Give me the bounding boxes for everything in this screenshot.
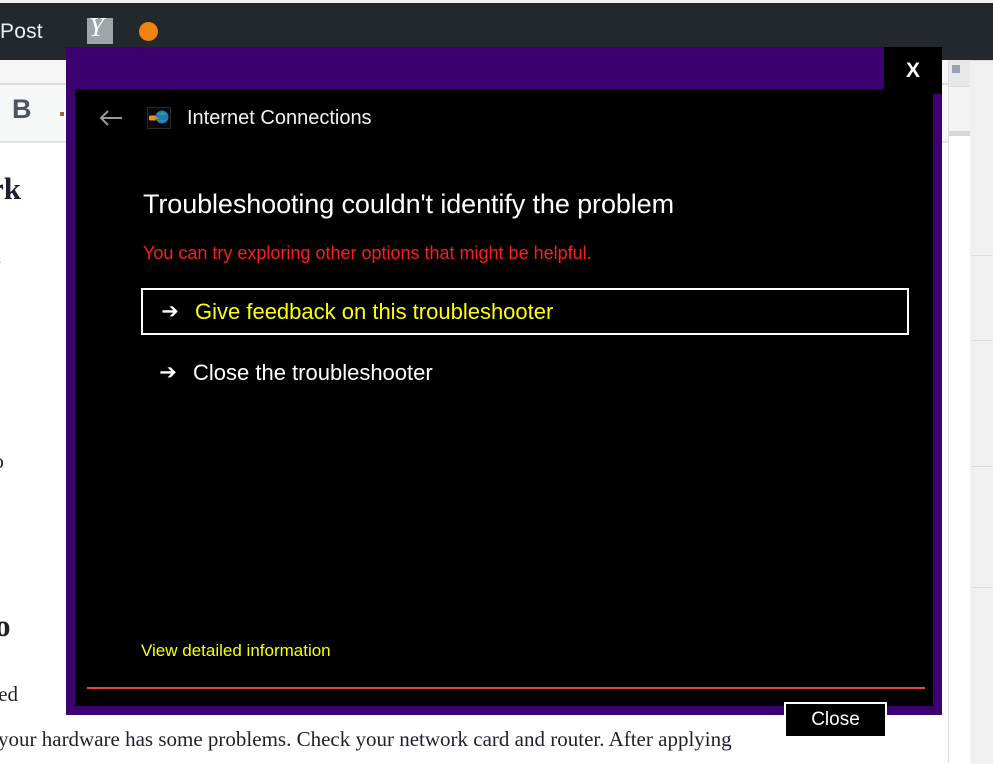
dialog-app-title: Internet Connections [187,106,372,129]
dialog-footer: Close [75,689,933,757]
right-panel-white-column [949,136,970,763]
right-panel-tab-icon [952,65,960,73]
close-button[interactable]: Close [784,702,887,738]
article-paragraph-1: with thso telltroub [0,238,1,346]
article-paragraph-2: dowsroublesning troning In [0,371,4,515]
right-panel-card-3 [971,340,993,466]
dialog-subtext: You can try exploring other options that… [143,243,592,263]
yoast-icon-letter: Y [88,11,104,42]
dialog-header: Internet Connections [75,89,933,147]
admin-bar-post-label[interactable]: Post [0,20,43,44]
arrow-right-icon: ➔ [159,361,177,384]
toolbar-separator-dot [60,112,64,116]
internet-connections-icon [147,107,171,129]
article-p1-line1: with th [0,244,1,268]
option-close-troubleshooter-label: Close the troubleshooter [193,359,433,385]
editor-right-panel [948,60,993,764]
option-give-feedback-label: Give feedback on this troubleshooter [195,298,554,324]
dialog-body: Internet Connections Troubleshooting cou… [75,89,933,738]
right-panel-card-2 [971,255,993,340]
troubleshooter-dialog: X Internet Connections Troubleshooting c… [66,47,942,738]
article-paragraph-3: e tried [0,682,19,706]
article-heading-1: vork [0,171,21,206]
article-heading-2: g Yo [0,608,11,643]
dialog-title-bar: X [66,47,942,94]
bold-button[interactable]: B [12,94,32,125]
close-window-button[interactable]: X [884,47,942,94]
notification-dot-icon[interactable] [138,22,158,41]
right-panel-card-1 [971,60,993,255]
options-spacer [75,335,933,349]
right-panel-card-4 [971,466,993,587]
article-p2-line3: ning tro [0,449,4,473]
back-arrow-icon[interactable] [97,104,125,132]
yoast-seo-icon[interactable]: Y [86,11,117,48]
option-give-feedback[interactable]: ➔ Give feedback on this troubleshooter [141,288,909,335]
option-close-troubleshooter[interactable]: ➔ Close the troubleshooter [143,349,911,396]
view-detailed-information-link[interactable]: View detailed information [141,641,331,661]
right-panel-card-5 [971,587,993,764]
right-panel-tab[interactable] [949,60,970,87]
right-panel-block-a [949,87,970,130]
dialog-options-list: ➔ Give feedback on this troubleshooter ➔… [75,288,933,396]
dialog-heading: Troubleshooting couldn't identify the pr… [143,189,674,219]
arrow-right-icon: ➔ [161,300,179,323]
